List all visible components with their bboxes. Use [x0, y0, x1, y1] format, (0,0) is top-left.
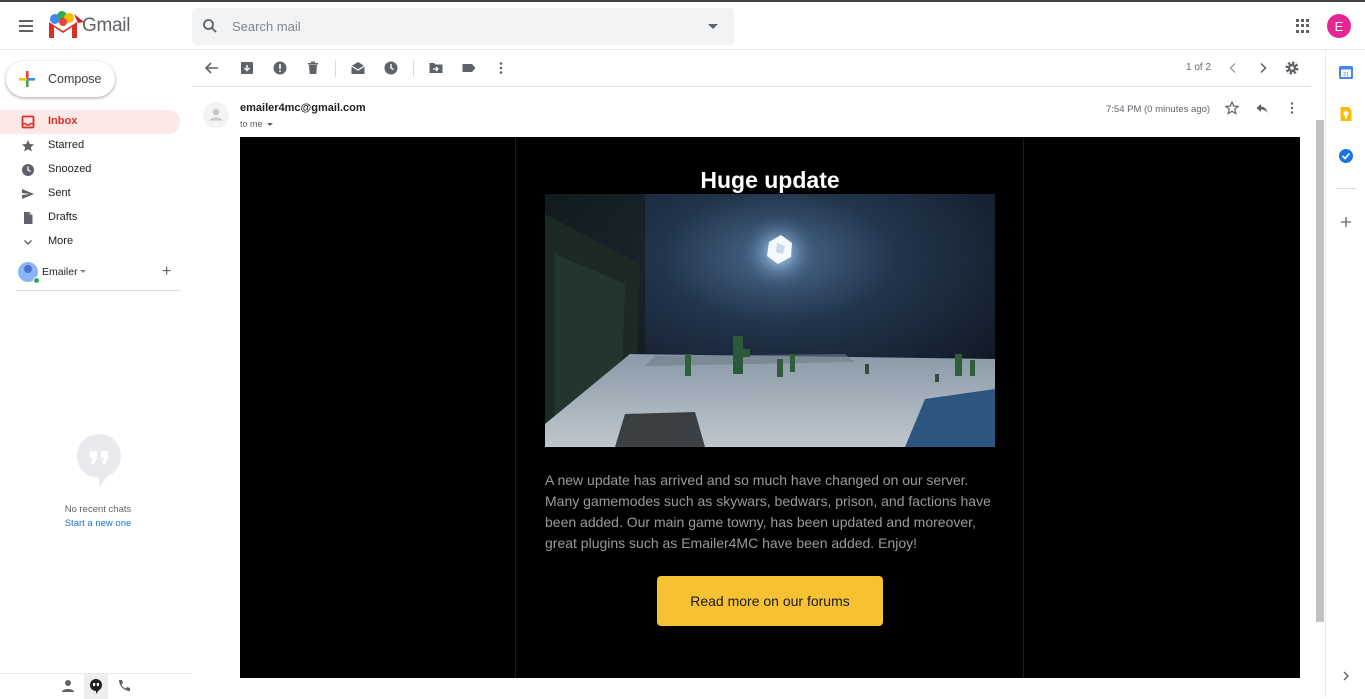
move-to-icon[interactable]: [428, 60, 444, 76]
search-bar[interactable]: Search mail: [192, 8, 734, 45]
email-heading: Huge update: [700, 167, 840, 193]
sender-avatar-icon[interactable]: [203, 102, 229, 128]
sidebar-item-label: More: [48, 235, 74, 247]
hangouts-bottom-bar: [0, 673, 192, 699]
divider: [1336, 188, 1356, 189]
email-body-text: A new update has arrived and so much hav…: [545, 472, 991, 551]
search-input[interactable]: Search mail: [232, 19, 301, 34]
more-vert-icon[interactable]: [493, 60, 509, 76]
gmail-wordmark: Gmail: [82, 15, 131, 36]
delete-icon[interactable]: [305, 60, 321, 76]
svg-text:31: 31: [1343, 72, 1349, 78]
start-new-chat-link[interactable]: Start a new one: [0, 518, 196, 529]
sender-email[interactable]: emailer4mc@gmail.com: [240, 102, 366, 114]
message-timestamp: 7:54 PM (0 minutes ago): [1106, 104, 1211, 115]
calendar-icon[interactable]: 31: [1338, 64, 1354, 80]
scrollbar-thumb[interactable]: [1316, 120, 1324, 622]
recipients-toggle[interactable]: to me: [240, 119, 273, 129]
inbox-icon: [21, 115, 35, 129]
no-chats-text: No recent chats: [64, 504, 132, 515]
online-status-icon: [33, 277, 40, 284]
plus-icon: [19, 71, 35, 87]
clock-icon: [22, 164, 34, 176]
sidebar-item-label: Snoozed: [48, 163, 92, 175]
chevron-right-icon[interactable]: [1338, 668, 1354, 684]
mark-unread-icon[interactable]: [350, 60, 366, 76]
recipients-label: to me: [240, 119, 263, 129]
sidebar-item-inbox[interactable]: Inbox: [0, 110, 180, 134]
chevron-left-icon[interactable]: [1225, 60, 1241, 76]
more-vert-icon[interactable]: [1285, 101, 1299, 115]
email-column-edge: [515, 137, 516, 678]
main-menu-icon[interactable]: [14, 14, 38, 38]
hangouts-user-row[interactable]: Emailer +: [0, 260, 192, 290]
minecraft-night-scene-image: [545, 194, 995, 447]
sidebar-item-sent[interactable]: Sent: [0, 182, 180, 206]
send-icon: [22, 189, 34, 199]
account-avatar[interactable]: E: [1327, 14, 1351, 38]
back-arrow-icon[interactable]: [204, 60, 220, 76]
caret-down-icon[interactable]: [80, 270, 86, 273]
sidebar-nav: Inbox Starred Snoozed Sent Drafts More: [0, 110, 192, 254]
add-addon-plus-icon[interactable]: [1338, 214, 1354, 230]
sidebar-item-starred[interactable]: Starred: [0, 134, 180, 158]
label-icon[interactable]: [461, 60, 477, 76]
app-header: Gmail Search mail E: [0, 2, 1365, 50]
sidebar-item-snoozed[interactable]: Snoozed: [0, 158, 180, 182]
message-toolbar: 1 of 2: [192, 50, 1311, 87]
email-column-edge: [1023, 137, 1024, 678]
read-more-forums-button[interactable]: Read more on our forums: [657, 576, 883, 626]
side-panel: 31: [1325, 50, 1365, 698]
sidebar-item-drafts[interactable]: Drafts: [0, 206, 180, 230]
compose-label: Compose: [48, 72, 102, 86]
search-icon[interactable]: [202, 18, 218, 34]
keep-icon[interactable]: [1338, 106, 1354, 122]
sidebar-item-label: Inbox: [48, 115, 78, 127]
star-outline-icon[interactable]: [1225, 101, 1239, 115]
divider: [16, 290, 180, 291]
hangouts-username[interactable]: Emailer: [42, 266, 78, 278]
chat-bubble-icon: [77, 434, 121, 487]
sidebar-item-more[interactable]: More: [0, 230, 180, 254]
email-body: Huge update A new update has arrived and…: [240, 137, 1300, 678]
caret-down-icon: [266, 123, 273, 127]
apps-grid-icon[interactable]: [1296, 19, 1310, 33]
reply-icon[interactable]: [1255, 101, 1269, 115]
tasks-icon[interactable]: [1338, 148, 1354, 164]
chevron-down-icon: [23, 239, 33, 246]
snooze-icon[interactable]: [383, 60, 399, 76]
new-chat-plus-icon[interactable]: +: [162, 263, 171, 281]
phone-icon[interactable]: [116, 678, 132, 694]
report-spam-icon[interactable]: [272, 60, 288, 76]
settings-gear-icon[interactable]: [1284, 60, 1300, 76]
draft-icon: [24, 212, 33, 224]
chevron-right-icon[interactable]: [1255, 60, 1271, 76]
pagination-text: 1 of 2: [1186, 62, 1212, 73]
sidebar-item-label: Drafts: [48, 211, 78, 223]
star-icon: [22, 140, 34, 152]
hangouts-icon[interactable]: [88, 678, 104, 694]
person-icon[interactable]: [60, 678, 76, 694]
sidebar-item-label: Sent: [48, 187, 71, 199]
sidebar-item-label: Starred: [48, 139, 85, 151]
archive-icon[interactable]: [239, 60, 255, 76]
divider: [413, 60, 414, 77]
search-options-icon[interactable]: [708, 24, 718, 29]
compose-button[interactable]: Compose: [6, 61, 115, 97]
divider: [335, 60, 336, 77]
